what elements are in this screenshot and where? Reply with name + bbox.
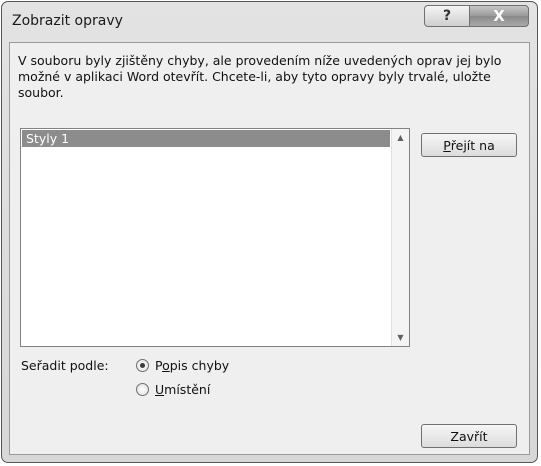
goto-button[interactable]: Přejít na xyxy=(421,133,517,157)
repairs-listbox[interactable]: Styly 1 ▲ ▼ xyxy=(20,128,410,347)
radio-label-error-description: Popis chyby xyxy=(155,357,230,373)
close-window-button[interactable]: X xyxy=(469,5,529,27)
error-message: V souboru byly zjištěny chyby, ale prove… xyxy=(18,53,502,100)
scroll-up-arrow-icon[interactable]: ▲ xyxy=(392,129,409,146)
dialog-body: V souboru byly zjištěny chyby, ale prove… xyxy=(9,42,530,455)
radio-error-description[interactable]: Popis chyby xyxy=(136,356,229,374)
help-icon: ? xyxy=(442,8,452,24)
close-icon: X xyxy=(493,7,505,25)
sort-label: Seřadit podle: xyxy=(21,358,109,373)
help-button[interactable]: ? xyxy=(424,5,470,27)
radio-label-location: Umístění xyxy=(155,381,211,397)
radio-location[interactable]: Umístění xyxy=(136,380,210,398)
goto-button-accesskey: P xyxy=(443,137,451,153)
vertical-scrollbar[interactable]: ▲ ▼ xyxy=(391,129,409,346)
goto-button-label: řejít na xyxy=(450,137,495,153)
radio-button-checked[interactable] xyxy=(136,358,149,372)
dialog-window: Zobrazit opravy ? X V souboru byly zjišt… xyxy=(1,1,538,463)
scroll-down-arrow-icon[interactable]: ▼ xyxy=(392,329,409,346)
list-item[interactable]: Styly 1 xyxy=(22,130,390,147)
close-button[interactable]: Zavřít xyxy=(421,424,517,448)
dialog-title: Zobrazit opravy xyxy=(12,13,123,29)
title-bar[interactable]: Zobrazit opravy ? X xyxy=(2,2,537,42)
radio-button-unchecked[interactable] xyxy=(136,382,149,396)
